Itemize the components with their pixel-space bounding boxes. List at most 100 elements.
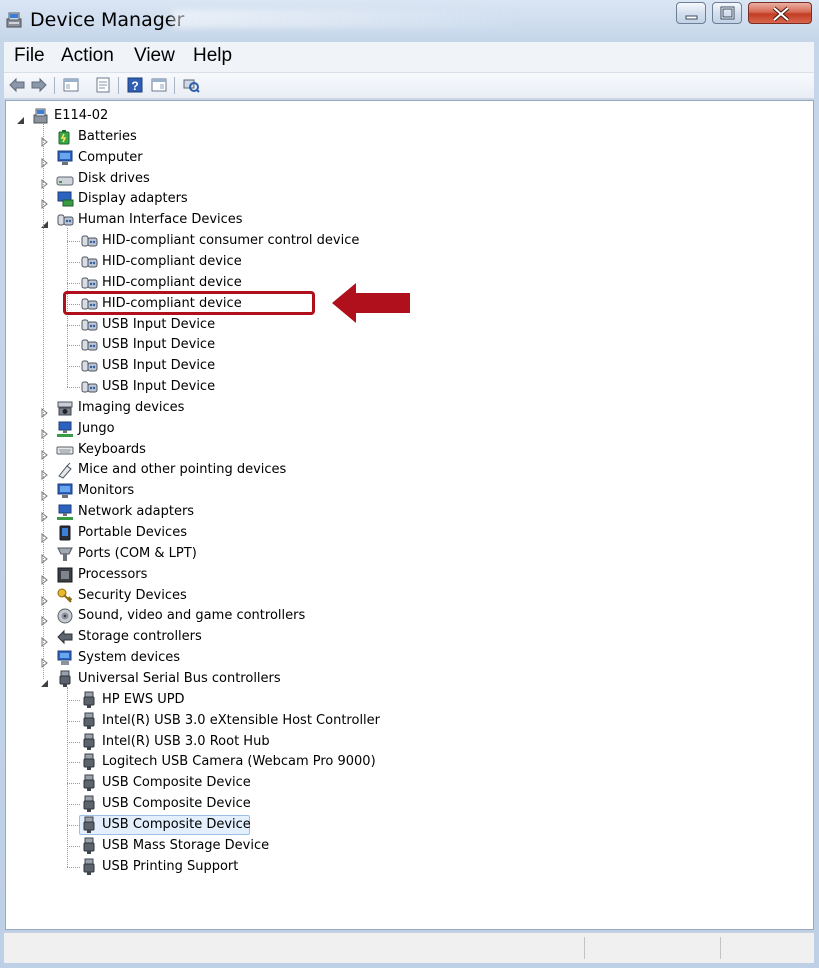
tree-category[interactable]: Human Interface Devices [6, 210, 813, 230]
expand-arrow-icon[interactable] [40, 632, 50, 648]
tree-device-item[interactable]: HID-compliant device [6, 252, 813, 272]
hid-icon [80, 316, 98, 334]
tree-root-computer[interactable]: E114-02 [6, 106, 813, 126]
tree-category[interactable]: System devices [6, 648, 813, 669]
expand-arrow-icon[interactable] [40, 424, 50, 439]
expand-arrow-icon[interactable] [40, 465, 50, 481]
usb-icon [80, 858, 98, 876]
tree-item-label: USB Input Device [102, 316, 216, 332]
action-pane-icon[interactable] [150, 76, 168, 94]
expand-arrow-icon[interactable] [40, 403, 50, 418]
tree-item-label: Imaging devices [78, 399, 185, 415]
expand-arrow-icon[interactable] [40, 153, 50, 168]
menu-view[interactable]: View [134, 45, 175, 67]
tree-category[interactable]: Processors [6, 565, 813, 585]
tree-category[interactable]: Computer [6, 148, 813, 168]
tree-device-item[interactable]: USB Composite Device [6, 773, 813, 793]
tree-category[interactable]: Sound, video and game controllers [6, 606, 813, 627]
device-tree[interactable]: E114-02 Batteries Computer Disk drives Displ… [5, 100, 814, 930]
usb-icon [56, 670, 74, 688]
expand-arrow-icon[interactable] [40, 653, 50, 669]
title-bar[interactable]: Device Manager [0, 0, 819, 40]
expand-arrow-icon[interactable] [40, 549, 50, 564]
tree-device-item[interactable]: HID-compliant consumer control device [6, 231, 813, 251]
tree-category[interactable]: Imaging devices [6, 398, 813, 418]
tree-category[interactable]: Keyboards [6, 440, 813, 460]
menu-action[interactable]: Action [61, 45, 114, 67]
storage-controller-icon [56, 628, 74, 646]
tree-category[interactable]: Network adapters [6, 502, 813, 523]
tree-category[interactable]: Jungo [6, 419, 813, 439]
expand-arrow-icon[interactable] [40, 591, 50, 606]
tree-item-label: Processors [78, 566, 148, 582]
toolbar-separator [54, 77, 55, 94]
tree-device-item[interactable]: Intel(R) USB 3.0 Root Hub [6, 732, 813, 752]
help-icon[interactable]: ? [126, 76, 144, 94]
show-hide-console-tree-icon[interactable] [62, 76, 80, 94]
blurred-watermark [172, 10, 512, 28]
tree-device-item[interactable]: USB Mass Storage Device [6, 836, 813, 856]
tree-category[interactable]: Batteries [6, 127, 813, 147]
expand-arrow-icon[interactable] [40, 611, 50, 627]
back-arrow-icon[interactable] [8, 76, 26, 94]
tree-category[interactable]: Universal Serial Bus controllers [6, 669, 813, 689]
tree-category[interactable]: Storage controllers [6, 627, 813, 648]
hid-icon [80, 357, 98, 375]
tree-item-label: Ports (COM & LPT) [78, 545, 197, 561]
collapse-arrow-icon[interactable] [16, 111, 26, 124]
tree-device-item[interactable]: Logitech USB Camera (Webcam Pro 9000) [6, 752, 813, 772]
expand-arrow-icon[interactable] [40, 486, 50, 502]
maximize-icon [720, 6, 735, 20]
properties-icon[interactable] [94, 76, 112, 94]
tree-item-label: Storage controllers [78, 629, 202, 645]
tree-connector [67, 720, 80, 722]
tree-category[interactable]: Monitors [6, 481, 813, 502]
menu-file[interactable]: File [14, 45, 45, 67]
expand-arrow-icon[interactable] [40, 507, 50, 523]
tree-connector [67, 699, 80, 701]
tree-category[interactable]: Disk drives [6, 169, 813, 189]
tree-device-item[interactable]: HP EWS UPD [6, 690, 813, 710]
tree-device-item[interactable]: USB Printing Support [6, 857, 813, 877]
tree-device-item[interactable]: USB Input Device [6, 356, 813, 376]
toolbar-separator [174, 77, 175, 94]
tree-category[interactable]: Mice and other pointing devices [6, 460, 813, 481]
collapse-arrow-icon[interactable] [40, 674, 50, 687]
tree-device-item[interactable]: USB Composite Device [6, 794, 813, 814]
tree-item-label: Mice and other pointing devices [78, 462, 287, 478]
expand-arrow-icon[interactable] [40, 570, 50, 585]
speaker-icon [56, 607, 74, 625]
expand-arrow-icon[interactable] [40, 132, 50, 147]
tree-device-item[interactable]: USB Input Device [6, 335, 813, 355]
device-manager-icon [6, 12, 22, 28]
status-bar [4, 932, 814, 963]
close-icon [772, 6, 790, 22]
tree-device-item[interactable]: USB Input Device [6, 377, 813, 397]
expand-arrow-icon[interactable] [40, 445, 50, 460]
tree-item-label: Sound, video and game controllers [78, 608, 306, 624]
scan-hardware-icon[interactable] [182, 76, 200, 94]
tree-connector [67, 345, 80, 347]
svg-text:?: ? [131, 79, 138, 93]
tree-item-label: Portable Devices [78, 525, 187, 540]
usb-icon [80, 712, 98, 730]
menu-help[interactable]: Help [193, 45, 232, 67]
tree-connector [67, 741, 80, 743]
forward-arrow-icon[interactable] [30, 76, 48, 94]
tree-category[interactable]: Display adapters [6, 189, 813, 210]
tree-device-item[interactable]: USB Composite Device [6, 814, 813, 835]
toolbar-separator [118, 77, 119, 94]
expand-arrow-icon[interactable] [40, 194, 50, 210]
maximize-button[interactable] [712, 2, 742, 24]
tree-connector [67, 866, 80, 868]
tree-item-label: Display adapters [78, 191, 188, 207]
collapse-arrow-icon[interactable] [40, 215, 50, 229]
tree-category[interactable]: Portable Devices [6, 523, 813, 544]
expand-arrow-icon[interactable] [40, 528, 50, 544]
close-button[interactable] [748, 2, 812, 24]
tree-device-item[interactable]: Intel(R) USB 3.0 eXtensible Host Control… [6, 711, 813, 731]
tree-category[interactable]: Security Devices [6, 586, 813, 606]
expand-arrow-icon[interactable] [40, 174, 50, 189]
minimize-button[interactable] [676, 2, 706, 24]
tree-category[interactable]: Ports (COM & LPT) [6, 544, 813, 564]
